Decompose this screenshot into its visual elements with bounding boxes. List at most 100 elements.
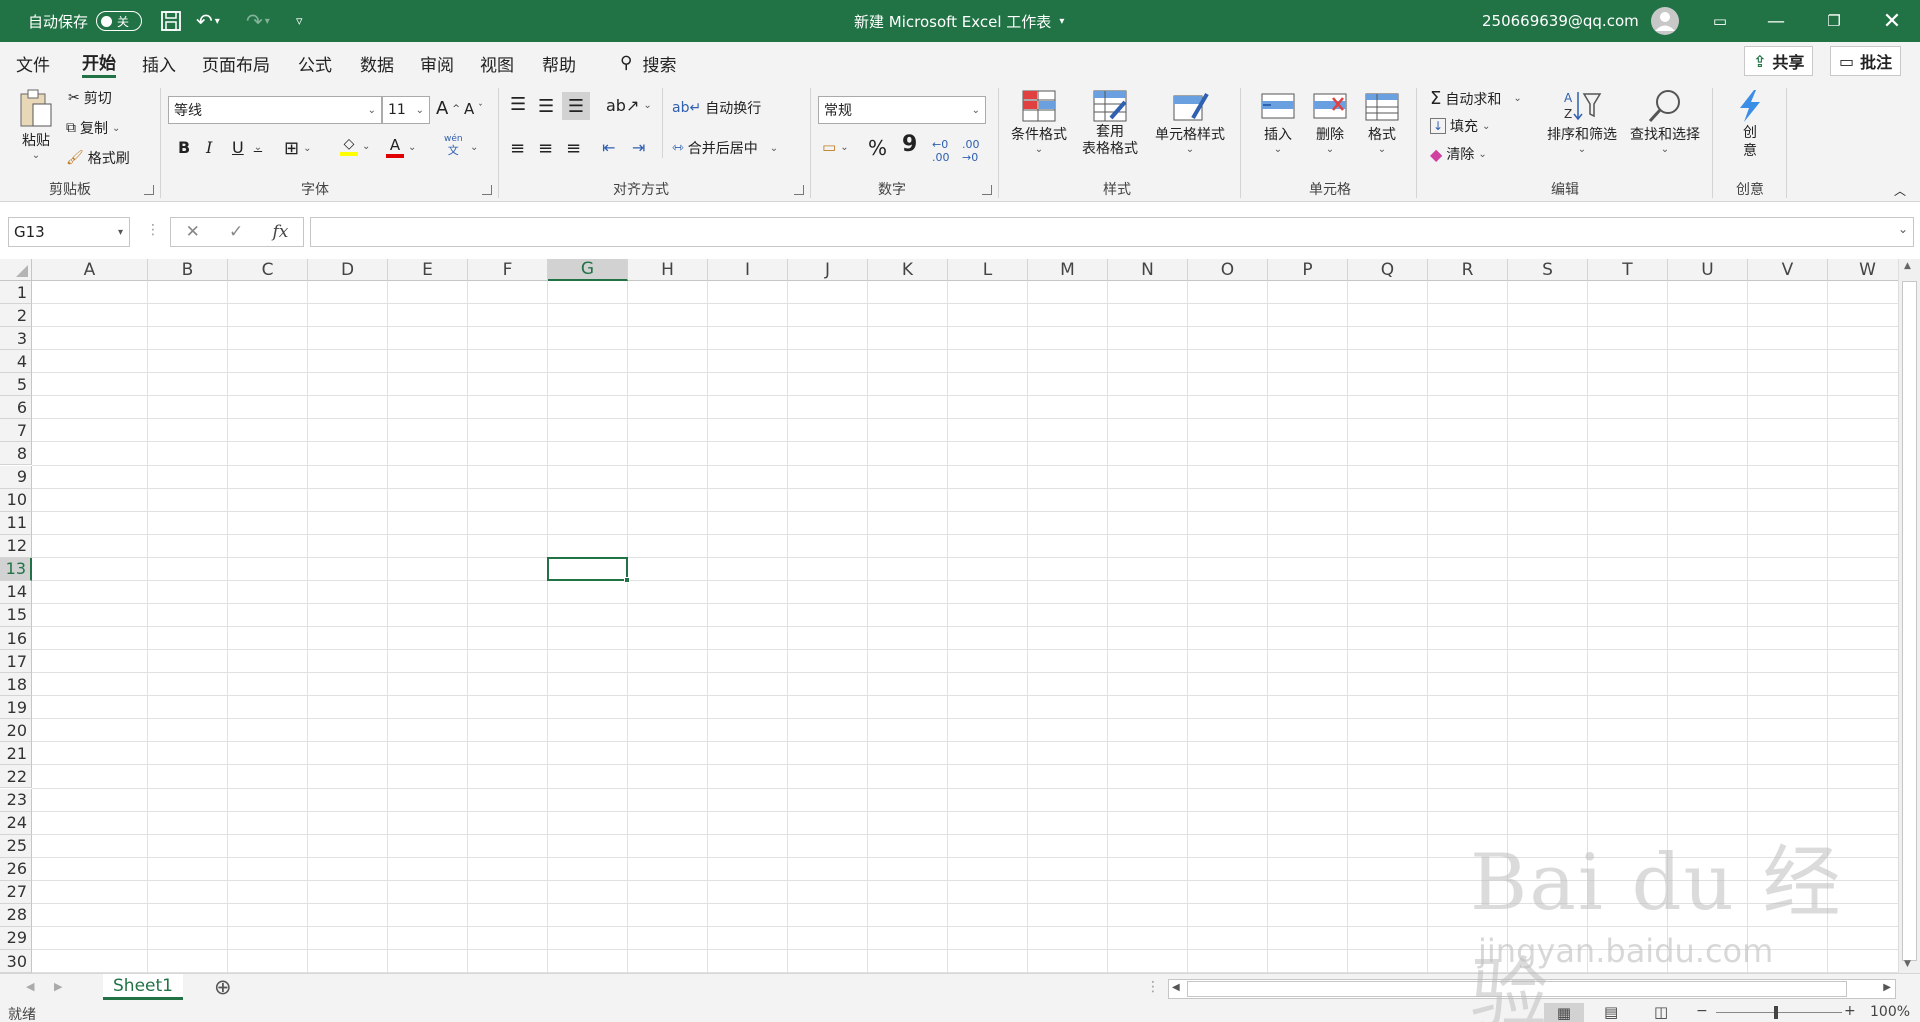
row-header-10[interactable]: 10 xyxy=(0,488,32,512)
paste-button[interactable]: 粘贴 ⌄ xyxy=(14,88,58,161)
wrap-text-button[interactable]: ab↵ 自动换行 xyxy=(672,98,761,118)
column-header-q[interactable]: Q xyxy=(1348,259,1428,281)
add-sheet-icon[interactable]: ⊕ xyxy=(214,975,232,999)
cell-styles-button[interactable]: 单元格样式 ⌄ xyxy=(1150,88,1230,155)
row-header-11[interactable]: 11 xyxy=(0,511,32,535)
row-header-18[interactable]: 18 xyxy=(0,673,32,697)
column-header-s[interactable]: S xyxy=(1508,259,1588,281)
active-cell[interactable] xyxy=(547,556,630,583)
row-header-15[interactable]: 15 xyxy=(0,603,32,627)
copy-button[interactable]: ⧉ 复制 ⌄ xyxy=(66,118,120,138)
tab-home[interactable]: 开始 xyxy=(82,48,116,78)
clipboard-launcher-icon[interactable] xyxy=(144,185,154,195)
row-header-25[interactable]: 25 xyxy=(0,834,32,858)
orientation-button[interactable]: ab↗ ⌄ xyxy=(606,96,652,115)
format-cells-button[interactable]: 格式 ⌄ xyxy=(1358,88,1406,155)
grow-font-icon[interactable]: A ^ xyxy=(436,98,460,119)
align-middle-icon[interactable]: ☰ xyxy=(538,96,554,117)
ideas-button[interactable]: 创意 xyxy=(1728,88,1772,160)
ribbon-display-icon[interactable]: ▭ xyxy=(1692,0,1748,42)
row-header-26[interactable]: 26 xyxy=(0,857,32,881)
delete-cells-button[interactable]: 删除 ⌄ xyxy=(1306,88,1354,155)
bold-button[interactable]: B xyxy=(178,138,190,157)
search-box[interactable]: ⚲ 搜索 xyxy=(620,48,676,78)
column-header-t[interactable]: T xyxy=(1588,259,1668,281)
insert-cells-button[interactable]: 插入 ⌄ xyxy=(1254,88,1302,155)
align-center-icon[interactable]: ≡ xyxy=(538,138,553,159)
scroll-up-icon[interactable]: ▲ xyxy=(1904,261,1911,271)
formula-input[interactable] xyxy=(310,217,1914,247)
row-header-2[interactable]: 2 xyxy=(0,304,32,328)
row-header-8[interactable]: 8 xyxy=(0,442,32,466)
sheet-tab-sheet1[interactable]: Sheet1 xyxy=(103,974,183,1000)
tab-insert[interactable]: 插入 xyxy=(142,48,176,78)
align-left-icon[interactable]: ≡ xyxy=(510,138,525,159)
percent-button[interactable]: % xyxy=(868,136,887,160)
clear-button[interactable]: ◆ 清除 ⌄ xyxy=(1430,144,1487,164)
column-header-r[interactable]: R xyxy=(1428,259,1508,281)
font-color-button[interactable]: A ⌄ xyxy=(386,136,416,158)
expand-formula-icon[interactable]: ⌄ xyxy=(1898,222,1908,236)
column-header-g[interactable]: G xyxy=(548,259,628,281)
row-header-22[interactable]: 22 xyxy=(0,765,32,789)
column-header-o[interactable]: O xyxy=(1188,259,1268,281)
minimize-icon[interactable]: — xyxy=(1748,0,1804,42)
phonetic-dropdown[interactable]: ⌄ xyxy=(470,142,478,153)
column-header-m[interactable]: M xyxy=(1028,259,1108,281)
tab-help[interactable]: 帮助 xyxy=(542,48,576,78)
sort-filter-button[interactable]: AZ 排序和筛选 ⌄ xyxy=(1542,88,1622,155)
column-header-k[interactable]: K xyxy=(868,259,948,281)
column-header-p[interactable]: P xyxy=(1268,259,1348,281)
cancel-icon[interactable]: ✕ xyxy=(186,222,200,242)
cut-button[interactable]: ✂ 剪切 xyxy=(68,88,112,108)
row-header-1[interactable]: 1 xyxy=(0,281,32,304)
row-header-13[interactable]: 13 xyxy=(0,557,32,581)
insert-function-icon[interactable]: fx xyxy=(273,222,289,242)
increase-indent-icon[interactable]: ⇥ xyxy=(632,138,645,157)
column-header-e[interactable]: E xyxy=(388,259,468,281)
phonetic-icon[interactable]: wén 文 xyxy=(444,134,463,156)
fill-color-button[interactable]: ◇ ⌄ xyxy=(340,136,370,156)
row-header-19[interactable]: 19 xyxy=(0,696,32,720)
tab-formulas[interactable]: 公式 xyxy=(298,48,332,78)
name-box[interactable]: G13 ▾ xyxy=(8,217,130,247)
tab-file[interactable]: 文件 xyxy=(16,48,50,78)
row-header-12[interactable]: 12 xyxy=(0,534,32,558)
row-header-9[interactable]: 9 xyxy=(0,465,32,489)
restore-icon[interactable]: ❐ xyxy=(1806,0,1862,42)
collapse-ribbon-icon[interactable]: ︿ xyxy=(1894,182,1906,199)
font-name-select[interactable]: 等线 ⌄ xyxy=(168,96,382,124)
column-header-u[interactable]: U xyxy=(1668,259,1748,281)
borders-button[interactable]: ⊞ ⌄ xyxy=(284,138,311,159)
row-header-23[interactable]: 23 xyxy=(0,788,32,812)
comma-button[interactable]: 9 xyxy=(902,132,917,157)
undo-icon[interactable]: ↶ ▾ xyxy=(196,0,220,42)
column-header-n[interactable]: N xyxy=(1108,259,1188,281)
row-header-30[interactable]: 30 xyxy=(0,950,32,973)
column-header-b[interactable]: B xyxy=(148,259,228,281)
shrink-font-icon[interactable]: Aˇ xyxy=(464,100,483,118)
decrease-indent-icon[interactable]: ⇤ xyxy=(602,138,615,157)
tab-split-grip[interactable]: ⋮ xyxy=(1146,979,1160,995)
scroll-left-icon[interactable]: ◀ xyxy=(1172,982,1180,993)
select-all-corner[interactable] xyxy=(0,259,32,281)
tab-review[interactable]: 审阅 xyxy=(420,48,454,78)
row-header-6[interactable]: 6 xyxy=(0,396,32,420)
align-bottom-icon[interactable]: ☰ xyxy=(562,92,590,120)
merge-center-button[interactable]: ⇿ 合并后居中 ⌄ xyxy=(672,138,778,158)
column-header-h[interactable]: H xyxy=(628,259,708,281)
underline-button[interactable]: U ⌄ xyxy=(232,138,262,157)
redo-icon[interactable]: ↷ ▾ xyxy=(246,0,270,42)
alignment-launcher-icon[interactable] xyxy=(794,185,804,195)
increase-decimal-button[interactable]: ←0 .00 xyxy=(932,138,960,164)
enter-icon[interactable]: ✓ xyxy=(229,222,243,242)
row-header-24[interactable]: 24 xyxy=(0,811,32,835)
number-format-select[interactable]: 常规 ⌄ xyxy=(818,96,986,124)
align-right-icon[interactable]: ≡ xyxy=(566,138,581,159)
row-header-29[interactable]: 29 xyxy=(0,926,32,950)
find-select-button[interactable]: 查找和选择 ⌄ xyxy=(1624,88,1706,155)
format-as-table-button[interactable]: 套用 表格格式 xyxy=(1072,88,1148,158)
tab-view[interactable]: 视图 xyxy=(480,48,514,78)
avatar[interactable] xyxy=(1650,0,1680,42)
row-header-16[interactable]: 16 xyxy=(0,627,32,651)
